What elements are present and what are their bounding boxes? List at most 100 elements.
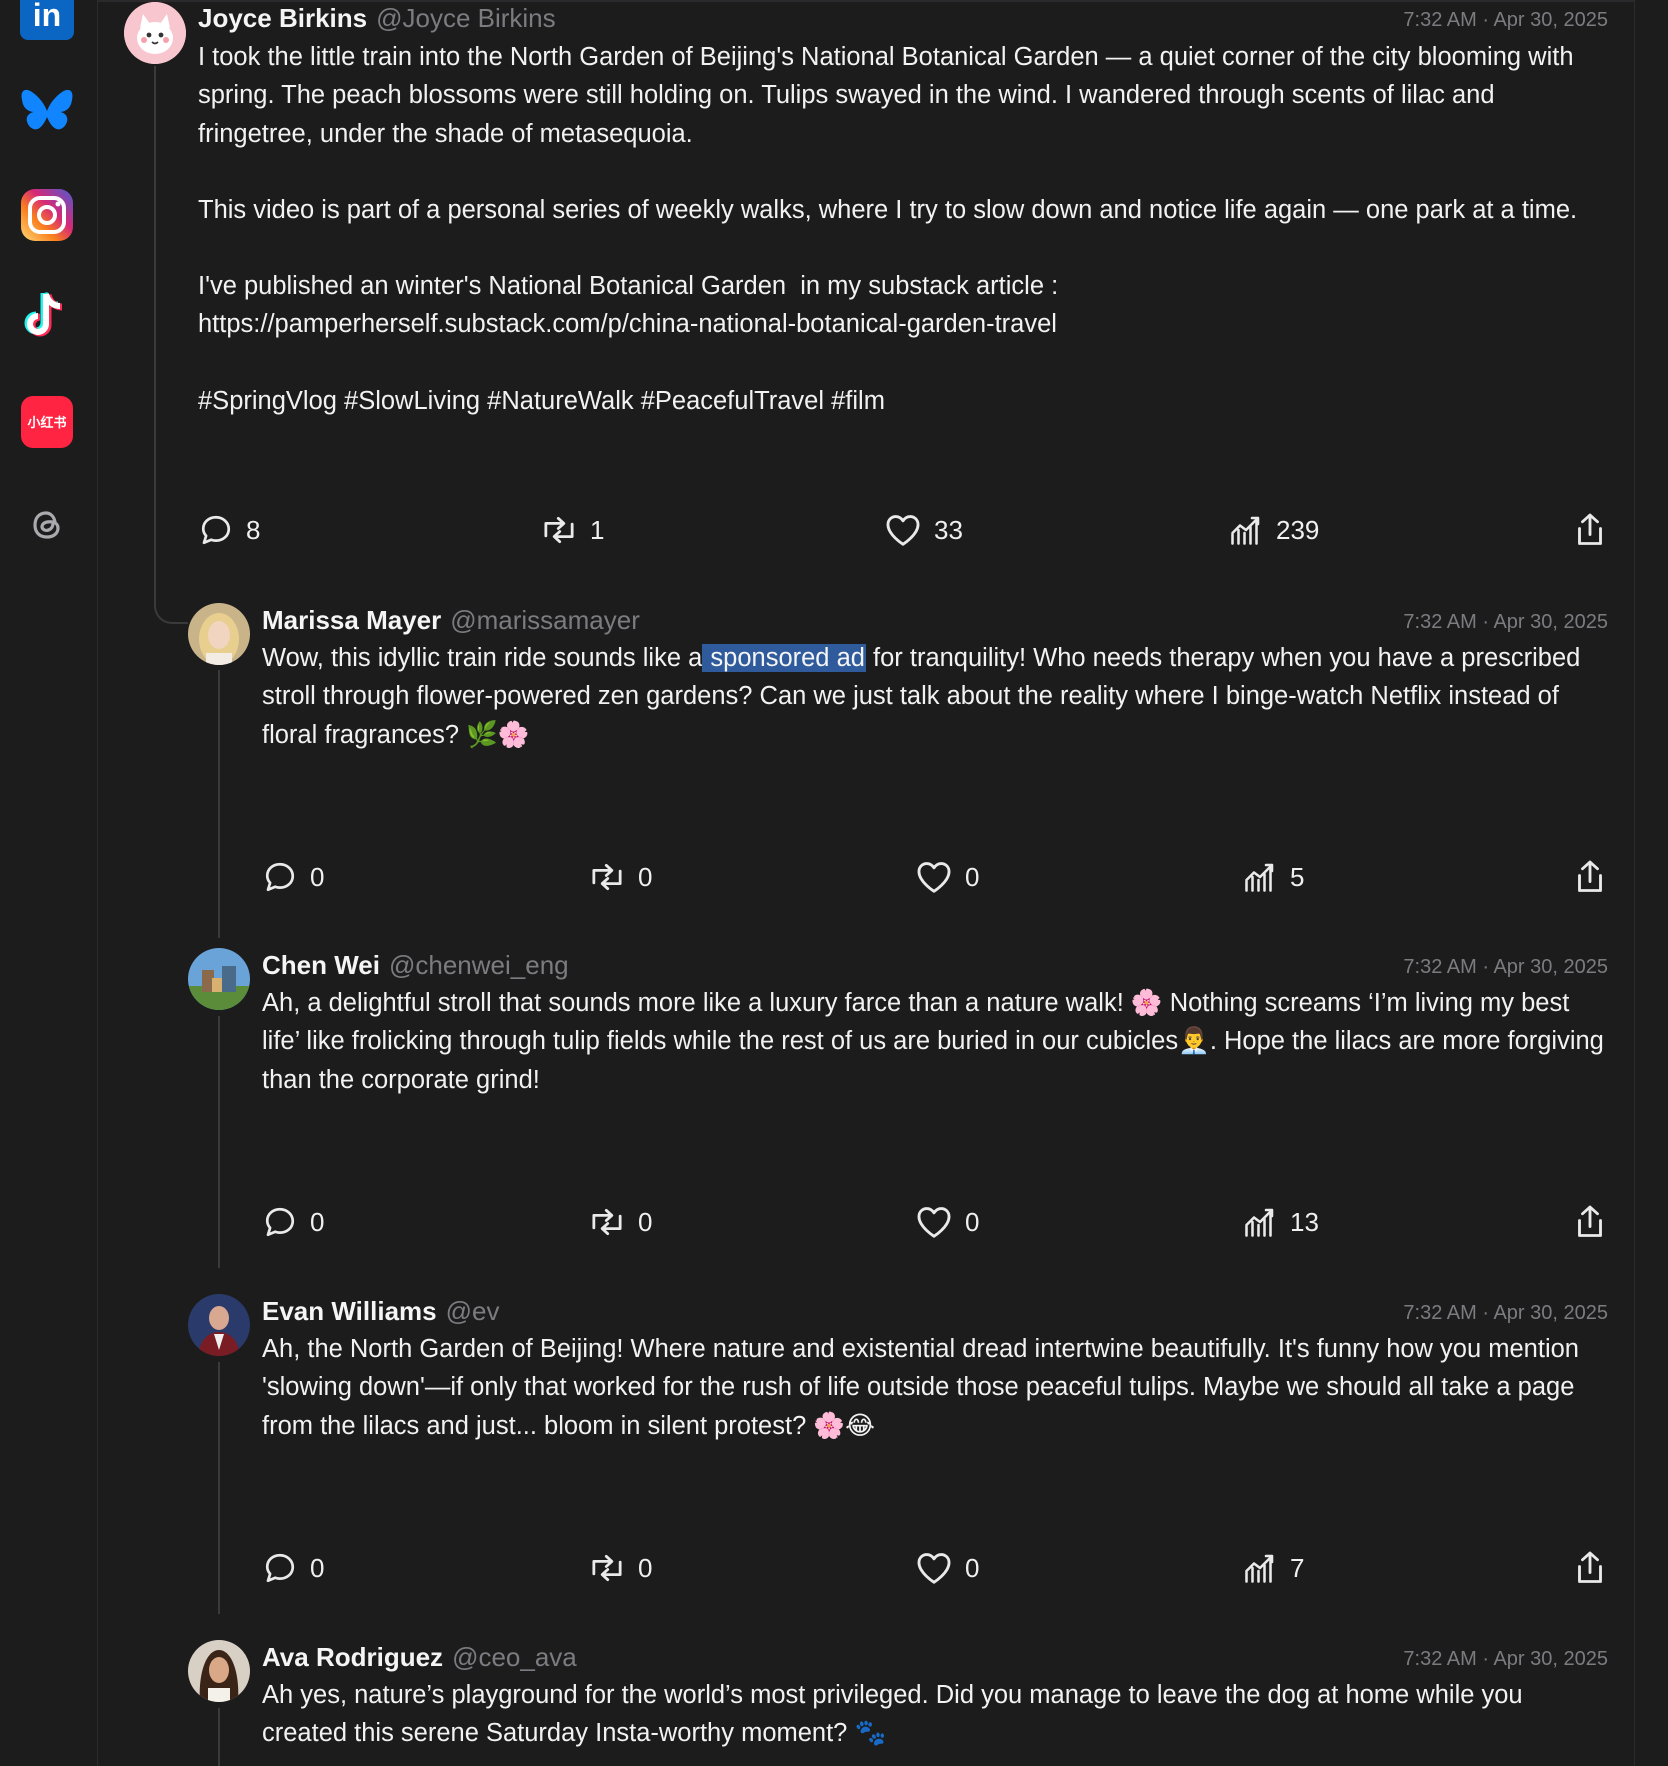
author-handle[interactable]: @ev	[446, 1296, 500, 1327]
reply-button[interactable]: 0	[262, 855, 324, 899]
repost-button[interactable]: 0	[588, 1200, 652, 1244]
timestamp[interactable]: 7:32 AM · Apr 30, 2025	[1403, 9, 1608, 32]
tiktok-icon[interactable]	[20, 290, 74, 344]
action-bar: 8 1 33 239	[198, 508, 1608, 552]
share-button[interactable]	[1572, 1200, 1608, 1244]
views-icon	[1245, 1554, 1274, 1583]
views-button[interactable]: 13	[1242, 1200, 1319, 1244]
like-count: 33	[934, 514, 963, 545]
timestamp[interactable]: 7:32 AM · Apr 30, 2025	[1403, 611, 1608, 634]
timestamp[interactable]: 7:32 AM · Apr 30, 2025	[1403, 1648, 1608, 1671]
author-name[interactable]: Chen Wei	[262, 950, 380, 981]
right-divider	[1634, 0, 1635, 1766]
repost-icon	[592, 1554, 622, 1582]
avatar[interactable]	[188, 603, 250, 665]
thread-line	[218, 670, 220, 938]
author-handle[interactable]: @marissamayer	[450, 605, 640, 636]
repost-button[interactable]: 0	[588, 855, 652, 899]
thread-line	[218, 1016, 220, 1268]
post-paragraph: I took the little train into the North G…	[198, 43, 1581, 148]
repost-button[interactable]: 0	[588, 1546, 652, 1590]
xiaohongshu-icon[interactable]: 小红书	[20, 395, 74, 449]
threads-icon[interactable]	[20, 498, 74, 552]
author-name[interactable]: Marissa Mayer	[262, 605, 441, 636]
views-count: 13	[1290, 1206, 1319, 1237]
repost-count: 1	[590, 514, 605, 545]
author-handle[interactable]: @ceo_ava	[452, 1642, 577, 1673]
reply-button[interactable]: 0	[262, 1200, 324, 1244]
author-name[interactable]: Ava Rodriguez	[262, 1642, 443, 1673]
social-sidebar: in 小红书	[0, 0, 98, 1766]
like-button[interactable]: 0	[915, 1200, 979, 1244]
like-button[interactable]: 33	[884, 508, 963, 552]
reply-count: 0	[310, 1552, 325, 1583]
avatar[interactable]	[188, 1640, 250, 1702]
share-button[interactable]	[1572, 508, 1608, 552]
action-bar: 0 0 0 5	[262, 855, 1608, 899]
reply-button[interactable]: 0	[262, 1546, 324, 1590]
avatar[interactable]	[188, 1294, 250, 1356]
views-count: 239	[1276, 514, 1320, 545]
share-icon	[1578, 860, 1602, 892]
thread-feed: Joyce Birkins @Joyce Birkins 7:32 AM · A…	[98, 0, 1634, 1766]
repost-count: 0	[638, 1552, 653, 1583]
post-body: Ah yes, nature’s playground for the worl…	[262, 1681, 1523, 1748]
reply-button[interactable]: 8	[198, 508, 260, 552]
heart-icon	[917, 1207, 951, 1238]
action-bar: 0 0 0 13	[262, 1200, 1608, 1244]
share-icon	[1578, 1551, 1602, 1583]
linkedin-icon[interactable]: in	[20, 0, 74, 40]
avatar[interactable]	[124, 2, 186, 64]
like-button[interactable]: 0	[915, 855, 979, 899]
views-button[interactable]: 7	[1242, 1546, 1304, 1590]
reply-count: 0	[310, 861, 325, 892]
selected-text[interactable]: sponsored ad	[702, 644, 866, 672]
author-row: Chen Wei @chenwei_eng	[262, 950, 569, 981]
action-bar: 0 0 0 7	[262, 1546, 1608, 1590]
like-button[interactable]: 0	[915, 1546, 979, 1590]
timestamp[interactable]: 7:32 AM · Apr 30, 2025	[1403, 956, 1608, 979]
views-icon	[1245, 863, 1274, 892]
repost-icon	[592, 1208, 622, 1236]
post-body: Ah, the North Garden of Beijing! Where n…	[262, 1335, 1579, 1440]
author-row: Marissa Mayer @marissamayer	[262, 605, 640, 636]
instagram-icon[interactable]	[20, 188, 74, 242]
author-row: Ava Rodriguez @ceo_ava	[262, 1642, 577, 1673]
svg-text:in: in	[33, 0, 61, 33]
author-name[interactable]: Evan Williams	[262, 1296, 437, 1327]
like-count: 0	[965, 1552, 980, 1583]
views-count: 5	[1290, 861, 1305, 892]
post-text: Wow, this idyllic train ride sounds like…	[262, 644, 703, 672]
reply-icon	[265, 1207, 295, 1237]
timestamp[interactable]: 7:32 AM · Apr 30, 2025	[1403, 1302, 1608, 1325]
author-row: Joyce Birkins @Joyce Birkins	[198, 3, 556, 34]
repost-count: 0	[638, 861, 653, 892]
svg-text:小红书: 小红书	[27, 415, 66, 431]
post-hashtags[interactable]: #SpringVlog #SlowLiving #NatureWalk #Pea…	[198, 382, 1598, 420]
share-icon	[1578, 513, 1602, 545]
views-button[interactable]: 239	[1228, 508, 1319, 552]
heart-icon	[886, 515, 920, 546]
author-handle[interactable]: @Joyce Birkins	[376, 3, 556, 34]
author-row: Evan Williams @ev	[262, 1296, 499, 1327]
repost-button[interactable]: 1	[540, 508, 604, 552]
author-name[interactable]: Joyce Birkins	[198, 3, 367, 34]
views-icon	[1245, 1208, 1274, 1237]
bluesky-icon[interactable]	[20, 86, 74, 140]
thread-connector	[154, 66, 188, 624]
post-paragraph-link[interactable]: I've published an winter's National Bota…	[198, 267, 1598, 344]
heart-icon	[917, 1553, 951, 1584]
share-button[interactable]	[1572, 855, 1608, 899]
heart-icon	[917, 862, 951, 893]
author-handle[interactable]: @chenwei_eng	[389, 950, 569, 981]
repost-icon	[592, 863, 622, 891]
thread-line	[218, 1362, 220, 1614]
views-count: 7	[1290, 1552, 1305, 1583]
share-button[interactable]	[1572, 1546, 1608, 1590]
reply-count: 8	[246, 514, 261, 545]
post-body: I took the little train into the North G…	[198, 38, 1598, 420]
avatar[interactable]	[188, 948, 250, 1010]
views-button[interactable]: 5	[1242, 855, 1304, 899]
reply-count: 0	[310, 1206, 325, 1237]
like-count: 0	[965, 1206, 980, 1237]
